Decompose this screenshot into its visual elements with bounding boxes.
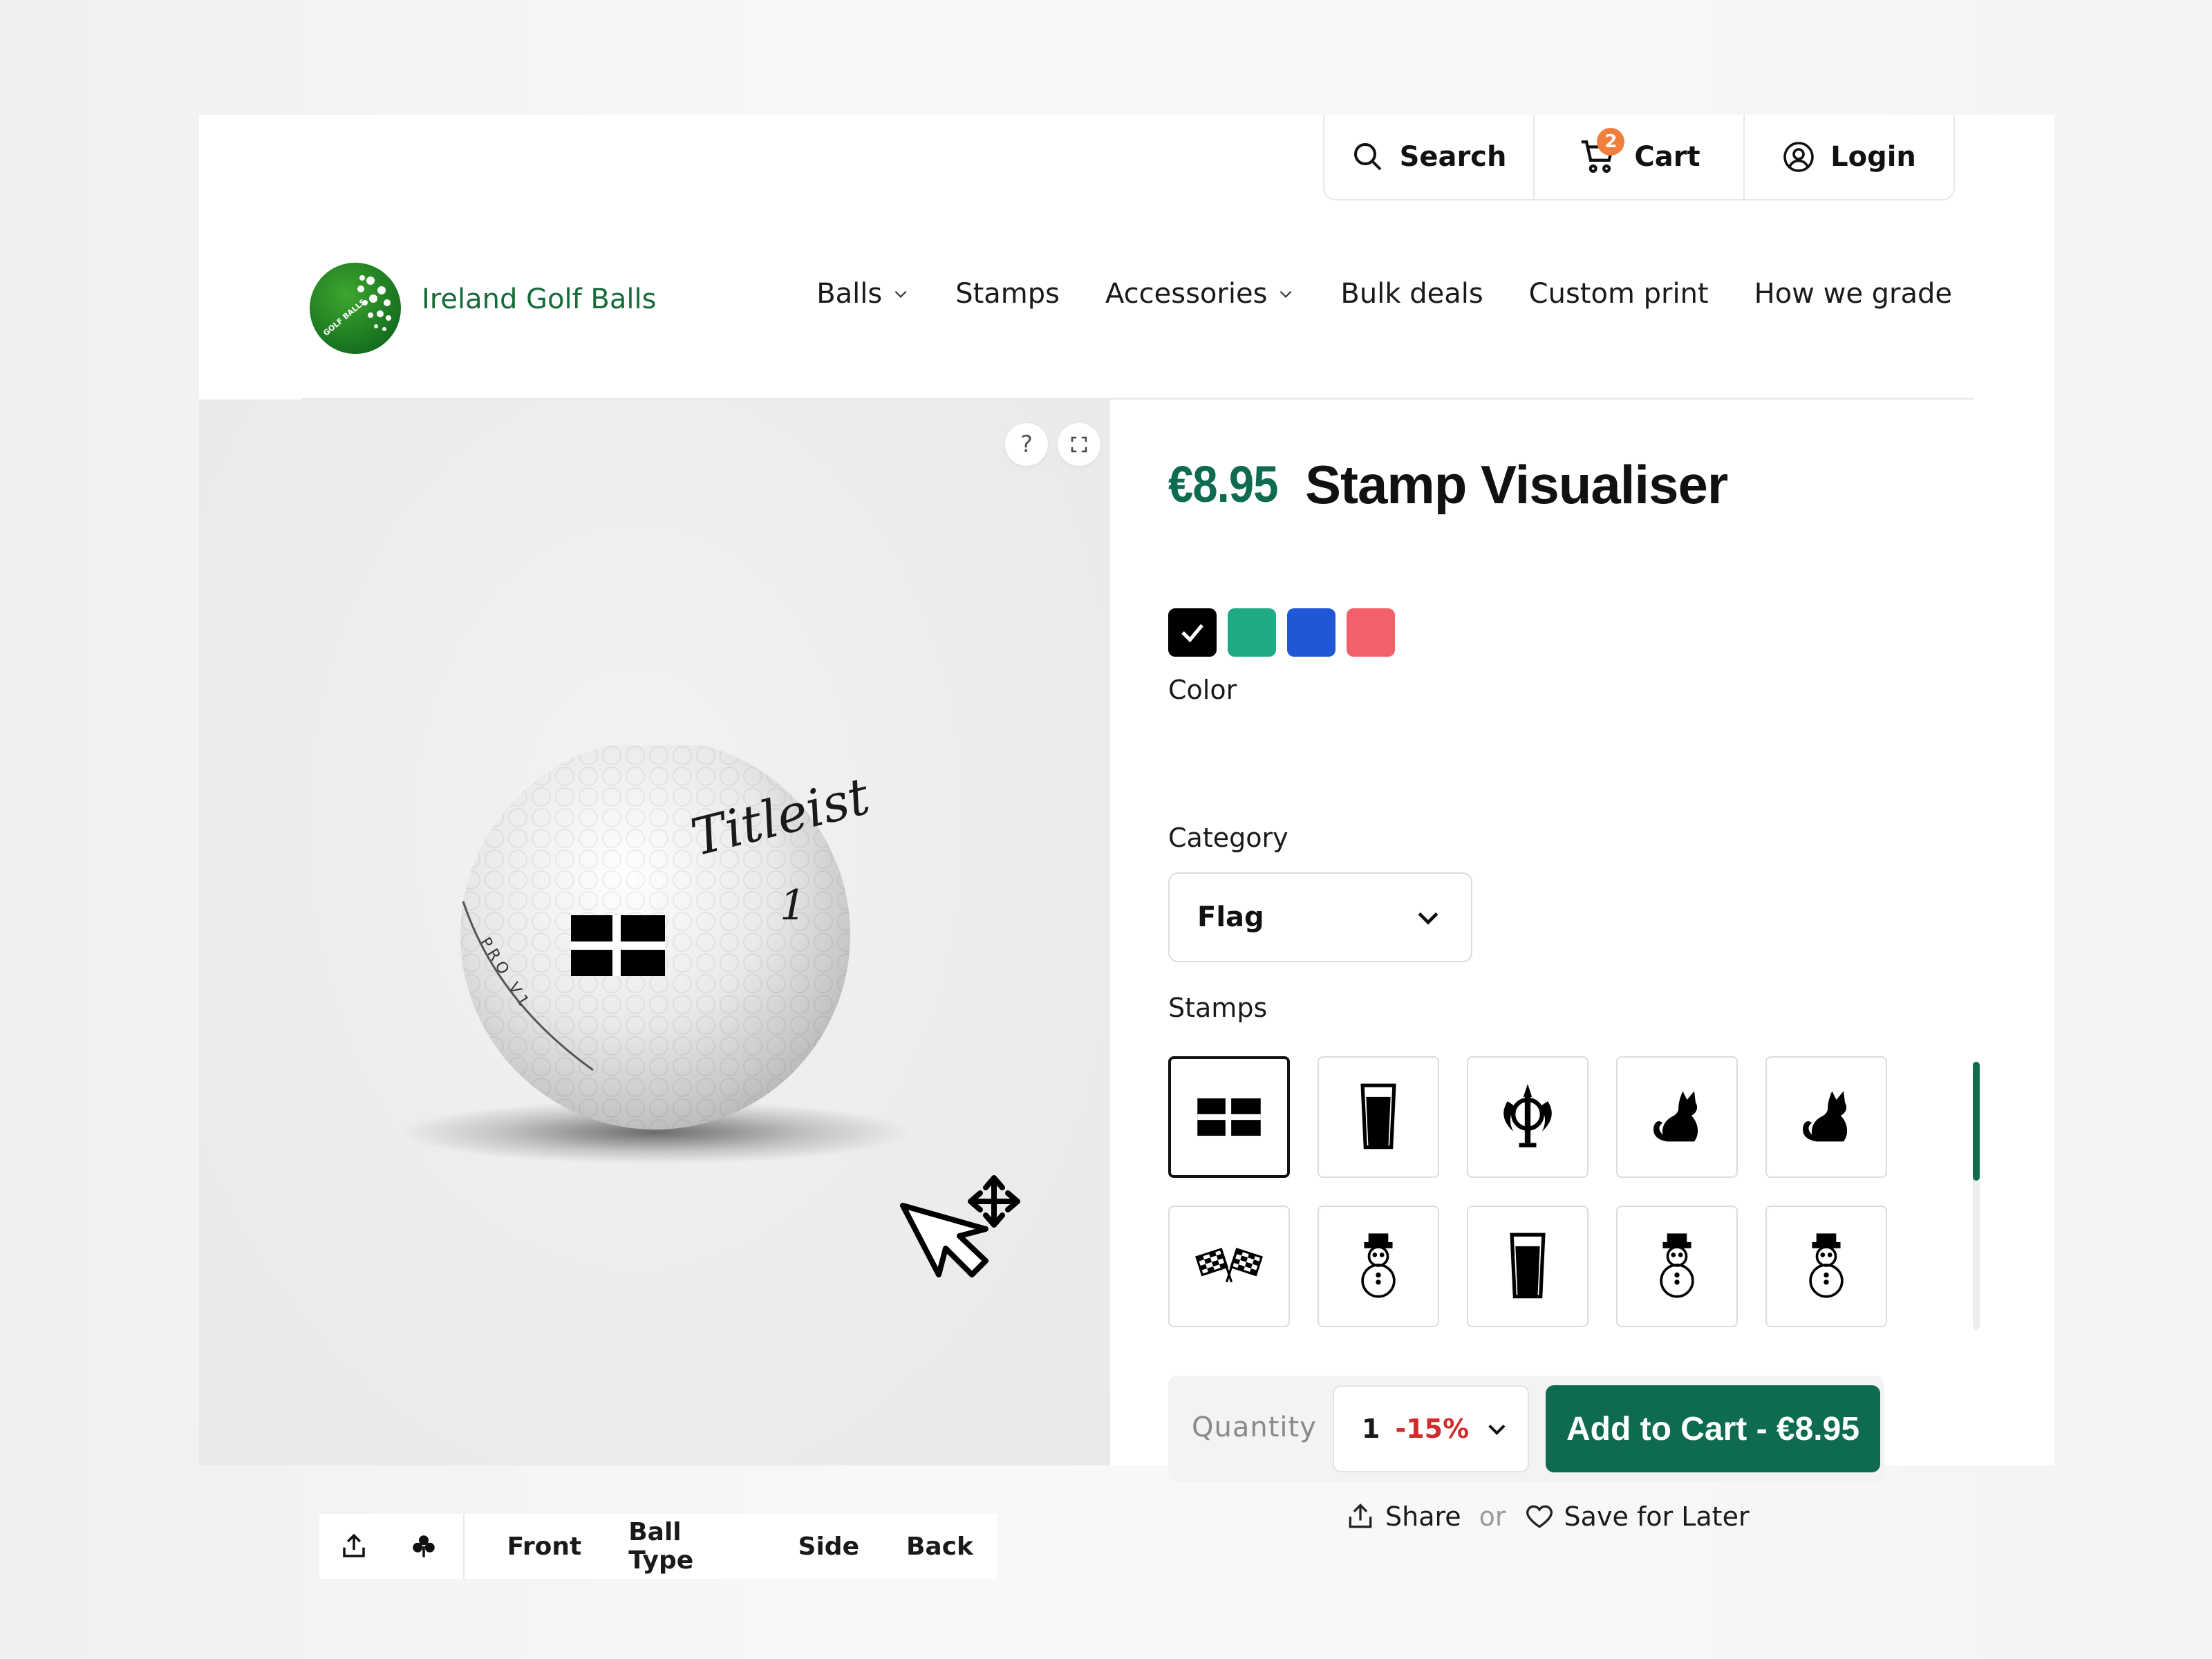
check-icon <box>1181 624 1204 643</box>
nav-stamps-label: Stamps <box>955 278 1060 310</box>
viewer-toolbar: Front Ball Type Side Back <box>319 1514 997 1579</box>
add-to-cart-button[interactable]: Add to Cart - €8.95 <box>1546 1385 1880 1472</box>
login-label: Login <box>1830 141 1916 173</box>
viewer-tools: ? <box>1005 423 1100 466</box>
ball-number-text: 1 <box>780 881 806 930</box>
heart-icon[interactable] <box>1524 1501 1555 1532</box>
search-button[interactable]: Search <box>1324 115 1535 199</box>
page-container: Search 2 Cart Login GOLF BALLS Ireland G… <box>199 115 2054 1579</box>
color-swatches <box>1168 608 1395 657</box>
stamp-option[interactable] <box>1765 1056 1887 1178</box>
ball-viewer[interactable]: ? Titleist 1 PRO V1 Front Ball Type Side… <box>199 400 1110 1579</box>
ball-type-toggle[interactable] <box>389 1514 459 1579</box>
nav-how-we-grade[interactable]: How we grade <box>1754 278 1952 310</box>
flag-cross-icon <box>1197 1098 1261 1136</box>
cart-icon-wrap: 2 <box>1577 128 1625 178</box>
nav-balls[interactable]: Balls <box>816 278 910 310</box>
chevron-down-icon <box>1488 1424 1506 1435</box>
club-icon <box>413 1535 435 1557</box>
snowman-icon <box>1660 1233 1694 1298</box>
chevron-down-icon <box>1418 912 1438 925</box>
stamp-scrollbar-thumb[interactable] <box>1973 1062 1980 1181</box>
color-swatch-black[interactable] <box>1168 608 1217 657</box>
purchase-bar: Quantity 1 -15% Add to Cart - €8.95 <box>1168 1376 1884 1482</box>
color-label: Color <box>1168 675 1237 705</box>
product-price: €8.95 <box>1168 456 1278 513</box>
stamp-option[interactable] <box>1168 1206 1290 1327</box>
color-swatch-coral[interactable] <box>1347 608 1395 657</box>
golf-ball-preview[interactable]: Titleist 1 PRO V1 <box>365 745 959 1188</box>
nav-accessories[interactable]: Accessories <box>1105 278 1295 310</box>
main-nav: Balls Stamps Accessories Bulk deals Cust… <box>816 278 1952 310</box>
stamp-option[interactable] <box>1616 1056 1738 1178</box>
help-button[interactable]: ? <box>1005 423 1048 466</box>
user-icon <box>1783 142 1814 172</box>
nav-stamps[interactable]: Stamps <box>955 278 1060 310</box>
stamp-option[interactable] <box>1616 1206 1738 1327</box>
save-for-later-link[interactable]: Save for Later <box>1564 1501 1750 1532</box>
tab-ball-type[interactable]: Ball Type <box>628 1518 751 1575</box>
toolbar-divider <box>462 1514 465 1579</box>
cat-icon <box>1653 1091 1698 1142</box>
brand-name[interactable]: Ireland Golf Balls <box>422 283 656 315</box>
share-icon[interactable] <box>1345 1501 1376 1532</box>
fullscreen-button[interactable] <box>1058 423 1100 466</box>
snowman-icon <box>1361 1233 1396 1298</box>
snowman-icon <box>1809 1233 1844 1298</box>
stamp-option[interactable] <box>1467 1206 1588 1327</box>
search-icon <box>1353 143 1381 171</box>
category-select[interactable]: Flag <box>1168 872 1472 962</box>
stamp-on-ball <box>571 915 665 976</box>
checkered-flags-icon <box>1195 1248 1263 1283</box>
nav-custom-print[interactable]: Custom print <box>1529 278 1709 310</box>
chevron-down-icon <box>1280 290 1292 298</box>
cart-button[interactable]: 2 Cart <box>1535 115 1745 199</box>
help-icon: ? <box>1020 431 1033 458</box>
product-title: Stamp Visualiser <box>1305 454 1728 515</box>
stamp-option[interactable] <box>1318 1056 1439 1178</box>
quantity-label: Quantity <box>1192 1412 1317 1443</box>
share-link[interactable]: Share <box>1385 1501 1461 1532</box>
nav-balls-label: Balls <box>816 278 883 310</box>
nav-accessories-label: Accessories <box>1105 278 1268 310</box>
export-button[interactable] <box>319 1514 389 1579</box>
stamp-option[interactable] <box>1765 1206 1887 1327</box>
category-label: Category <box>1168 823 1288 853</box>
utility-bar: Search 2 Cart Login <box>1323 115 1955 200</box>
nav-bulk-deals-label: Bulk deals <box>1340 278 1483 310</box>
nav-how-we-grade-label: How we grade <box>1754 278 1952 310</box>
nav-bulk-deals[interactable]: Bulk deals <box>1340 278 1483 310</box>
share-icon <box>343 1533 366 1557</box>
tab-side[interactable]: Side <box>798 1533 859 1561</box>
stamp-option[interactable] <box>1168 1056 1290 1178</box>
pint-glass-icon <box>1510 1232 1546 1299</box>
cart-label: Cart <box>1634 141 1700 173</box>
brand-logo[interactable]: GOLF BALLS <box>307 260 404 357</box>
tab-front[interactable]: Front <box>507 1533 582 1561</box>
cat-icon <box>1803 1091 1848 1142</box>
login-button[interactable]: Login <box>1745 115 1953 199</box>
stamp-option[interactable] <box>1467 1056 1588 1178</box>
color-swatch-blue[interactable] <box>1287 608 1335 657</box>
quantity-discount: -15% <box>1395 1414 1470 1444</box>
or-separator: or <box>1479 1501 1506 1532</box>
quantity-select[interactable]: 1 -15% <box>1333 1385 1529 1472</box>
search-label: Search <box>1399 141 1507 173</box>
tab-back[interactable]: Back <box>906 1533 973 1561</box>
stamp-option[interactable] <box>1318 1206 1439 1327</box>
stamps-label: Stamps <box>1168 993 1268 1023</box>
share-row: Share or Save for Later <box>1345 1501 1750 1532</box>
fullscreen-icon <box>1071 436 1087 453</box>
khanda-icon <box>1503 1084 1552 1147</box>
pint-glass-icon <box>1360 1083 1396 1150</box>
nav-custom-print-label: Custom print <box>1528 278 1709 310</box>
chevron-down-icon <box>894 290 907 298</box>
move-cursor-icon <box>900 1175 1020 1277</box>
product-panel: €8.95 Stamp Visualiser Color Category Fl… <box>1168 400 1998 1532</box>
cart-count-badge: 2 <box>1597 128 1625 156</box>
color-swatch-green[interactable] <box>1228 608 1276 657</box>
quantity-value: 1 <box>1362 1414 1380 1444</box>
category-value: Flag <box>1197 901 1264 933</box>
